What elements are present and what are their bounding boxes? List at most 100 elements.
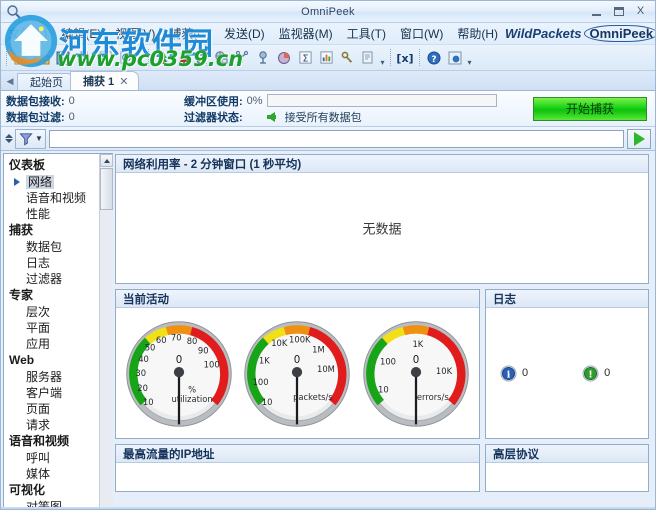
yellow-alert-icon[interactable] (95, 48, 115, 68)
sidebar-item-flat[interactable]: 平面 (4, 320, 99, 336)
tab-capture-1[interactable]: 捕获 1 ✕ (70, 71, 139, 90)
packets-filtered-value: 0 (69, 111, 75, 123)
menu-capture[interactable]: 捕获(C) (162, 23, 217, 44)
expand-triangle-icon[interactable] (14, 178, 20, 186)
svg-text:1K: 1K (259, 356, 270, 366)
svg-text:80: 80 (187, 336, 198, 346)
new-capture-icon[interactable] (11, 48, 31, 68)
menu-file[interactable]: 文件(F) (1, 23, 54, 44)
filter-state-value: 接受所有数据包 (285, 109, 362, 125)
gauge-center-value: 0 (294, 354, 301, 366)
maximize-button[interactable] (612, 5, 625, 18)
tab-start-page[interactable]: 起始页 (17, 73, 74, 90)
toolbar-separator (390, 49, 391, 66)
top-talkers-area (116, 463, 479, 491)
capture-info-bar: 数据包接收: 0 数据包过滤: 0 缓冲区使用: 0% 过滤器状态: 接受所有数… (1, 91, 655, 127)
buffer-usage-label: 缓冲区使用: (184, 93, 243, 109)
sidebar-item-requests[interactable]: 请求 (4, 417, 99, 433)
svg-text:utilization: utilization (172, 394, 213, 404)
tree-hierarchy-icon[interactable] (232, 48, 252, 68)
toolbar-overflow-4[interactable]: ▾ (466, 49, 473, 67)
sidebar-item-network[interactable]: 网络 (4, 174, 99, 190)
sidebar-item-servers[interactable]: 服务器 (4, 369, 99, 385)
apply-filter-button[interactable] (627, 129, 651, 149)
sidebar-item-performance[interactable]: 性能 (4, 206, 99, 222)
buffer-usage-value: 0% (247, 95, 263, 107)
log-info-entry[interactable]: i 0 (500, 365, 528, 382)
adapter-green-icon[interactable] (153, 48, 173, 68)
toolbar-overflow-1[interactable]: ▾ (137, 49, 144, 67)
globe-node-icon[interactable] (211, 48, 231, 68)
sidebar-item-packets[interactable]: 数据包 (4, 239, 99, 255)
title-bar: OmniPeek X (1, 1, 655, 23)
brand-wildpackets: WildPackets (505, 26, 581, 41)
log-warning-entry[interactable]: ! 0 (582, 365, 610, 382)
scrollbar-track[interactable] (100, 210, 113, 508)
sidebar-scrollbar[interactable] (99, 154, 113, 508)
utilization-row: 网络利用率 - 2 分钟窗口 (1 秒平均) 无数据 (115, 154, 655, 284)
save-report-icon[interactable] (445, 48, 465, 68)
sidebar-item-filters[interactable]: 过滤器 (4, 271, 99, 287)
spinner-updown-icon[interactable] (3, 134, 15, 143)
filter-input[interactable] (49, 130, 624, 148)
menu-monitor[interactable]: 监视器(M) (272, 23, 340, 44)
sidebar-item-label: 数据包 (26, 240, 62, 254)
packet-counters: 数据包接收: 0 数据包过滤: 0 (6, 94, 184, 124)
menu-edit[interactable]: 编辑(E) (54, 23, 108, 44)
sidebar-item-voice-video[interactable]: 语音和视频 (4, 190, 99, 206)
panel-title: 最高流量的IP地址 (116, 445, 479, 463)
gauge-errors-per-second: 10 100 1K 10K 0 errors/s (360, 318, 472, 430)
print-icon[interactable] (74, 48, 94, 68)
minimize-button[interactable] (590, 5, 603, 18)
menu-help[interactable]: 帮助(H) (450, 23, 505, 44)
menu-send[interactable]: 发送(D) (217, 23, 272, 44)
clock-icon[interactable] (116, 48, 136, 68)
svg-text:40: 40 (138, 354, 149, 364)
protocols-area (486, 463, 648, 491)
close-button[interactable]: X (634, 5, 647, 18)
log-panel: 日志 i 0 (485, 289, 649, 439)
utilization-chart-area: 无数据 (116, 173, 648, 283)
bar-chart-icon[interactable] (316, 48, 336, 68)
toolbar-overflow-2[interactable]: ▾ (195, 49, 202, 67)
chevron-down-icon[interactable]: ▼ (35, 134, 43, 143)
gauge-utilization: 10 20 30 40 50 60 70 80 90 100 (123, 318, 235, 430)
sidebar-item-label: 服务器 (26, 370, 62, 384)
sidebar-item-calls[interactable]: 呼叫 (4, 450, 99, 466)
funnel-filter-button[interactable]: ▼ (15, 129, 46, 149)
start-capture-button[interactable]: 开始捕获 (533, 97, 647, 121)
sidebar-item-media[interactable]: 媒体 (4, 466, 99, 482)
toolbar-overflow-3[interactable]: ▾ (379, 49, 386, 67)
scroll-up-arrow-icon[interactable] (100, 154, 113, 167)
buffer-usage-meter (267, 94, 497, 107)
menu-tools[interactable]: 工具(T) (340, 23, 393, 44)
sidebar-item-log[interactable]: 日志 (4, 255, 99, 271)
nav-group-dashboard: 仪表板 (4, 157, 99, 174)
save-icon[interactable] (53, 48, 73, 68)
tab-scroll-prev[interactable]: ◀ (3, 76, 17, 90)
node-pin-icon[interactable] (253, 48, 273, 68)
adapter-red-icon[interactable] (174, 48, 194, 68)
excel-export-icon[interactable]: [x] (395, 48, 415, 68)
sidebar-item-hierarchy[interactable]: 层次 (4, 304, 99, 320)
svg-text:90: 90 (198, 345, 209, 355)
pie-chart-icon[interactable] (274, 48, 294, 68)
report-icon[interactable] (358, 48, 378, 68)
sidebar-item-pages[interactable]: 页面 (4, 401, 99, 417)
sigma-summary-icon[interactable]: Σ (295, 48, 315, 68)
key-icon[interactable] (337, 48, 357, 68)
open-folder-icon[interactable] (32, 48, 52, 68)
log-warning-count: 0 (604, 367, 610, 379)
activity-log-row: 当前活动 (115, 289, 655, 439)
gauges-area: 10 20 30 40 50 60 70 80 90 100 (116, 308, 479, 438)
menu-window[interactable]: 窗口(W) (393, 23, 450, 44)
help-question-icon[interactable]: ? (424, 48, 444, 68)
gauge-packets-per-second: 10 100 1K 10K 100K 1M 10M 0 packets/s (241, 318, 353, 430)
sidebar-item-label: 过滤器 (26, 272, 62, 286)
close-icon[interactable]: ✕ (119, 75, 128, 88)
buffer-filter-status: 缓冲区使用: 0% 过滤器状态: 接受所有数据包 (184, 94, 497, 124)
sidebar-item-clients[interactable]: 客户端 (4, 385, 99, 401)
menu-view[interactable]: 视图(V) (108, 23, 162, 44)
scrollbar-thumb[interactable] (100, 168, 113, 210)
sidebar-item-application[interactable]: 应用 (4, 336, 99, 352)
